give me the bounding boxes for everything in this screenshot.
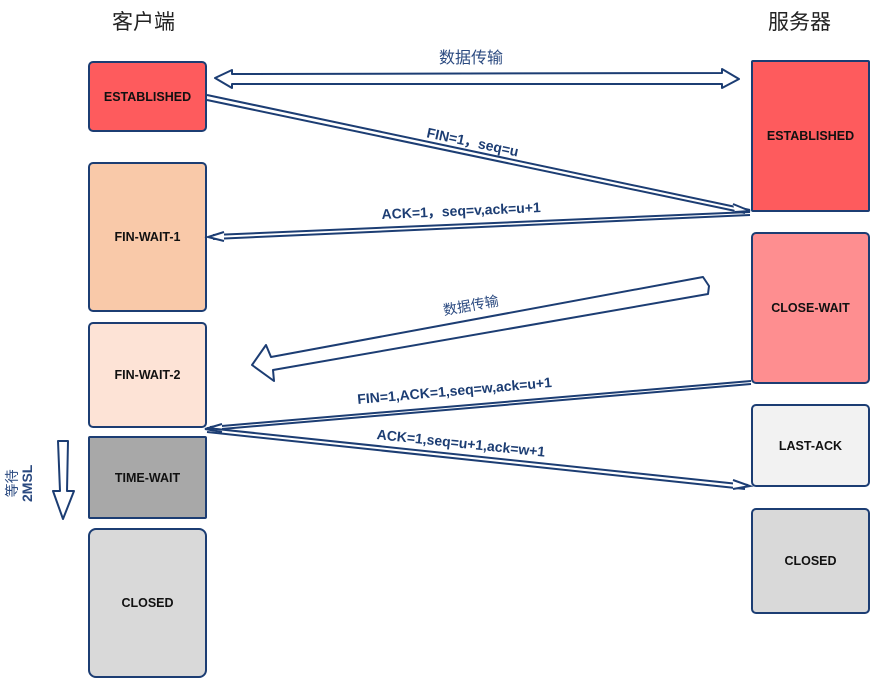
data-transfer-label: 数据传输 bbox=[439, 48, 504, 67]
data-transfer-arrow bbox=[214, 68, 740, 89]
time-wait-note-line1: 等待 bbox=[4, 469, 20, 498]
fin1-arrow bbox=[206, 94, 751, 214]
arrows-layer bbox=[52, 68, 754, 520]
wait-2msl-arrow bbox=[52, 440, 75, 520]
time-wait-note: 等待 2MSL bbox=[4, 464, 35, 502]
time-wait-note-line2: 2MSL bbox=[19, 464, 35, 502]
